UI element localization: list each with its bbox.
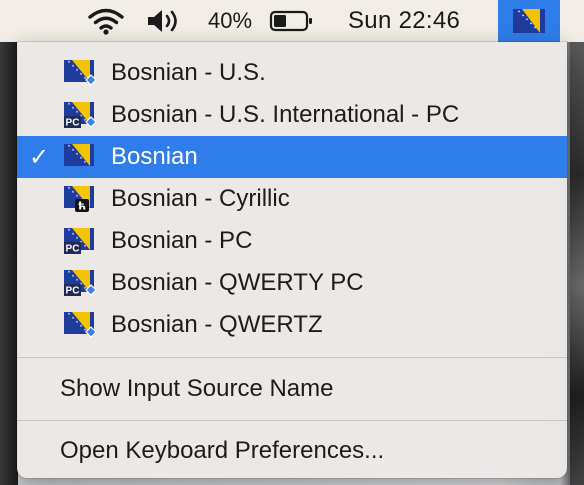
battery-percentage: 40% (208, 8, 253, 33)
bosnian-flag-icon: PC (64, 228, 98, 255)
battery-button[interactable] (268, 0, 316, 42)
open-keyboard-preferences-item[interactable]: Open Keyboard Preferences... (17, 430, 567, 472)
svg-text:PC: PC (66, 118, 80, 129)
svg-text:PC: PC (66, 244, 80, 255)
input-source-item[interactable]: PC Bosnian - QWERTY PC (17, 262, 567, 304)
input-source-item[interactable]: ћ Bosnian - Cyrillic (17, 178, 567, 220)
open-keyboard-preferences-label: Open Keyboard Preferences... (60, 437, 385, 464)
svg-text:PC: PC (66, 286, 80, 297)
svg-text:ћ: ћ (78, 200, 86, 213)
wifi-status-button[interactable] (84, 0, 128, 42)
input-source-label: Bosnian - Cyrillic (111, 185, 290, 212)
checkmark-icon: ✓ (29, 143, 50, 171)
input-source-item[interactable]: ✓ Bosnian (17, 136, 567, 178)
bosnian-flag-icon: ћ (64, 186, 98, 213)
show-input-source-name-item[interactable]: Show Input Source Name (17, 368, 567, 410)
bosnian-flag-icon: PC (64, 270, 98, 297)
menu-separator (17, 420, 567, 421)
input-source-menu: Bosnian - U.S. PC Bosnian - U.S. Internati… (17, 42, 567, 478)
bosnian-flag-icon (64, 60, 98, 87)
bosnian-flag-icon (64, 144, 98, 171)
battery-icon (269, 10, 312, 32)
volume-button[interactable] (144, 0, 184, 42)
bosnian-flag-icon (513, 9, 545, 33)
input-source-label: Bosnian - U.S. (111, 59, 266, 86)
input-source-menu-button[interactable] (498, 0, 560, 42)
show-input-source-name-label: Show Input Source Name (60, 375, 334, 402)
input-source-label: Bosnian - QWERTZ (111, 311, 323, 338)
wifi-icon (88, 8, 124, 35)
input-source-item[interactable]: Bosnian - U.S. (17, 52, 567, 94)
input-source-label: Bosnian - U.S. International - PC (111, 101, 460, 128)
speaker-volume-icon (148, 10, 177, 32)
input-source-item[interactable]: PC Bosnian - U.S. International - PC (17, 94, 567, 136)
input-source-label: Bosnian - PC (111, 227, 253, 254)
bosnian-flag-icon: PC (64, 102, 98, 129)
input-source-item[interactable]: PC Bosnian - PC (17, 220, 567, 262)
menu-bar: 40% Sun 22:46 (0, 0, 584, 42)
bosnian-flag-icon (64, 312, 98, 339)
menu-separator (17, 357, 567, 358)
desktop-edge (570, 42, 584, 485)
input-source-item[interactable]: Bosnian - QWERTZ (17, 304, 567, 346)
input-source-label: Bosnian (111, 143, 198, 170)
input-source-label: Bosnian - QWERTY PC (111, 269, 364, 296)
clock[interactable]: Sun 22:46 (348, 0, 460, 42)
